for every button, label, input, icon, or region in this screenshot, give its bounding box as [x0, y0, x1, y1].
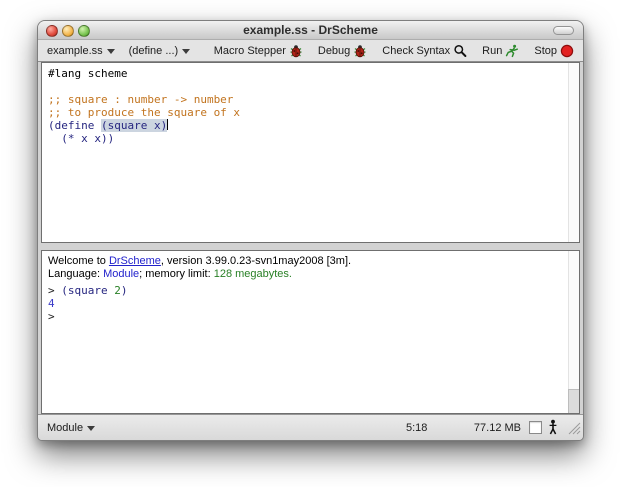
- check-syntax-label: Check Syntax: [382, 45, 450, 57]
- stop-button[interactable]: Stop: [534, 44, 574, 58]
- stop-label: Stop: [534, 45, 557, 57]
- echo-number: 2: [114, 284, 121, 297]
- paren-highlight: (square x): [101, 119, 167, 132]
- code-line-comment2: ;; to produce the square of x: [48, 106, 579, 119]
- echo-close: ): [121, 284, 128, 297]
- language-line: Language: Module; memory limit: 128 mega…: [48, 268, 579, 281]
- chevron-down-icon: [87, 426, 95, 431]
- definitions-scrollbar[interactable]: [568, 63, 579, 242]
- code-line-comment1: ;; square : number -> number: [48, 93, 579, 106]
- repl-prompt: >: [48, 284, 55, 297]
- traffic-lights: [46, 25, 90, 37]
- code-line-blank: [48, 80, 579, 93]
- repl-result-line: 4: [48, 297, 579, 310]
- language-prefix: Language:: [48, 268, 103, 280]
- pane-splitter[interactable]: [38, 243, 583, 250]
- code-line-body: (* x x)): [48, 132, 579, 145]
- definitions-editor[interactable]: #lang scheme ;; square : number -> numbe…: [41, 62, 580, 243]
- magnifier-icon: [453, 44, 467, 58]
- language-popup-menu[interactable]: Module: [47, 422, 95, 434]
- standing-person-icon: [548, 419, 558, 438]
- definitions-label: (define ...): [129, 45, 179, 57]
- definitions-pane-wrap: #lang scheme ;; square : number -> numbe…: [38, 62, 583, 243]
- debug-button[interactable]: Debug: [318, 44, 367, 58]
- define-keyword: (define: [48, 119, 101, 132]
- drscheme-link[interactable]: DrScheme: [109, 255, 161, 267]
- chevron-down-icon: [182, 49, 190, 54]
- macro-stepper-label: Macro Stepper: [214, 45, 286, 57]
- memory-limit-text: 128 megabytes.: [214, 268, 292, 280]
- drscheme-window: example.ss - DrScheme example.ss (define…: [37, 20, 584, 441]
- code-line-define: (define (square x): [48, 119, 579, 132]
- window-title: example.ss - DrScheme: [38, 23, 583, 37]
- check-syntax-button[interactable]: Check Syntax: [382, 44, 467, 58]
- bug-icon: [289, 44, 303, 58]
- language-menu-label: Module: [47, 422, 83, 434]
- interactions-area[interactable]: Welcome to DrScheme, version 3.99.0.23-s…: [41, 250, 580, 414]
- welcome-prefix: Welcome to: [48, 255, 109, 267]
- minimize-button[interactable]: [62, 25, 74, 37]
- macro-stepper-button[interactable]: Macro Stepper: [214, 44, 303, 58]
- bug-icon: [353, 44, 367, 58]
- filename-popup-menu[interactable]: example.ss: [47, 45, 115, 57]
- debug-label: Debug: [318, 45, 350, 57]
- toolbar-buttons: Macro Stepper D: [214, 44, 574, 58]
- run-label: Run: [482, 45, 502, 57]
- close-button[interactable]: [46, 25, 58, 37]
- interactions-pane-wrap: Welcome to DrScheme, version 3.99.0.23-s…: [38, 250, 583, 414]
- interactions-scrollbar-end[interactable]: [568, 389, 579, 413]
- status-bar: Module 5:18 77.12 MB: [38, 414, 583, 440]
- title-bar[interactable]: example.ss - DrScheme: [38, 21, 583, 40]
- stop-circle-icon: [560, 44, 574, 58]
- gc-checkbox[interactable]: [529, 421, 542, 434]
- text-caret: [167, 119, 168, 130]
- repl-input-line: > (square 2): [48, 284, 579, 297]
- resize-grip-icon[interactable]: [565, 419, 581, 438]
- running-person-icon: [505, 44, 519, 58]
- toolbar: example.ss (define ...) Macro Stepper: [38, 40, 583, 62]
- language-mid: ; memory limit:: [139, 268, 214, 280]
- cursor-position: 5:18: [406, 422, 427, 434]
- definitions-popup-menu[interactable]: (define ...): [129, 45, 191, 57]
- memory-usage: 77.12 MB: [474, 422, 521, 434]
- chevron-down-icon: [107, 49, 115, 54]
- echo-open: (square: [61, 284, 114, 297]
- zoom-button[interactable]: [78, 25, 90, 37]
- module-link[interactable]: Module: [103, 268, 139, 280]
- welcome-line: Welcome to DrScheme, version 3.99.0.23-s…: [48, 255, 579, 268]
- filename-label: example.ss: [47, 45, 103, 57]
- repl-prompt-line: >: [48, 310, 579, 323]
- welcome-suffix: , version 3.99.0.23-svn1may2008 [3m].: [161, 255, 351, 267]
- run-button[interactable]: Run: [482, 44, 519, 58]
- code-line-lang: #lang scheme: [48, 67, 579, 80]
- toolbar-toggle-pill[interactable]: [553, 26, 574, 35]
